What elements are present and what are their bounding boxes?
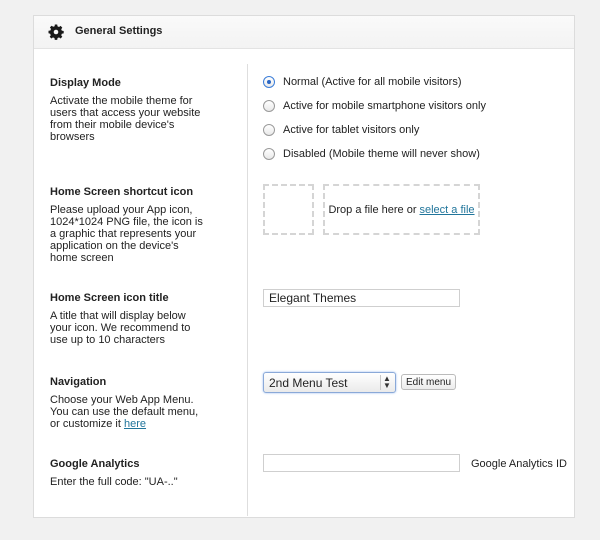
select-file-link[interactable]: select a file (420, 204, 475, 216)
menu-select-value: 2nd Menu Test (269, 375, 348, 390)
radio-normal[interactable]: Normal (Active for all mobile visitors) (263, 73, 461, 91)
general-settings-panel: General Settings Display Mode Activate t… (33, 15, 575, 518)
edit-menu-button[interactable]: Edit menu (401, 374, 456, 390)
analytics-title: Google Analytics (50, 458, 140, 470)
column-divider (247, 64, 248, 516)
display-mode-description: Activate the mobile theme for users that… (50, 95, 201, 143)
panel-header: General Settings (34, 16, 574, 49)
shortcut-icon-title: Home Screen shortcut icon (50, 186, 194, 198)
display-mode-title: Display Mode (50, 77, 121, 89)
menu-select[interactable]: 2nd Menu Test ▲ ▼ (263, 372, 396, 393)
icon-title-section: Home Screen icon title A title that will… (50, 291, 208, 346)
panel-title: General Settings (75, 25, 163, 37)
analytics-description: Enter the full code: "UA-.." (50, 476, 178, 488)
display-mode-section: Display Mode Activate the mobile theme f… (50, 76, 208, 143)
navigation-description: Choose your Web App Menu. You can use th… (50, 394, 199, 430)
select-arrows-icon: ▲ ▼ (380, 375, 393, 390)
icon-preview-box (263, 184, 314, 235)
radio-button[interactable] (263, 124, 275, 136)
radio-label: Normal (Active for all mobile visitors) (283, 76, 462, 88)
radio-tablet[interactable]: Active for tablet visitors only (263, 121, 419, 139)
radio-button-checked[interactable] (263, 76, 275, 88)
radio-disabled[interactable]: Disabled (Mobile theme will never show) (263, 145, 480, 163)
customize-here-link[interactable]: here (124, 418, 146, 430)
shortcut-icon-description: Please upload your App icon, 1024*1024 P… (50, 204, 203, 264)
radio-button[interactable] (263, 148, 275, 160)
navigation-title: Navigation (50, 376, 107, 388)
radio-smartphone[interactable]: Active for mobile smartphone visitors on… (263, 97, 486, 115)
shortcut-icon-section: Home Screen shortcut icon Please upload … (50, 185, 208, 264)
radio-label: Active for mobile smartphone visitors on… (283, 100, 486, 112)
icon-title-description: A title that will display below your ico… (50, 310, 191, 346)
analytics-id-input[interactable] (263, 454, 460, 472)
analytics-id-label: Google Analytics ID (471, 458, 567, 470)
icon-title-input[interactable]: Elegant Themes (263, 289, 460, 307)
navigation-section: Navigation Choose your Web App Menu. You… (50, 375, 208, 430)
radio-label: Disabled (Mobile theme will never show) (283, 148, 480, 160)
radio-label: Active for tablet visitors only (283, 124, 420, 136)
dropzone-text: Drop a file here or (328, 203, 417, 216)
file-dropzone[interactable]: Drop a file here or select a file (323, 184, 480, 235)
icon-title-title: Home Screen icon title (50, 292, 169, 304)
gear-icon (48, 24, 64, 40)
radio-button[interactable] (263, 100, 275, 112)
analytics-section: Google Analytics Enter the full code: "U… (50, 457, 208, 488)
